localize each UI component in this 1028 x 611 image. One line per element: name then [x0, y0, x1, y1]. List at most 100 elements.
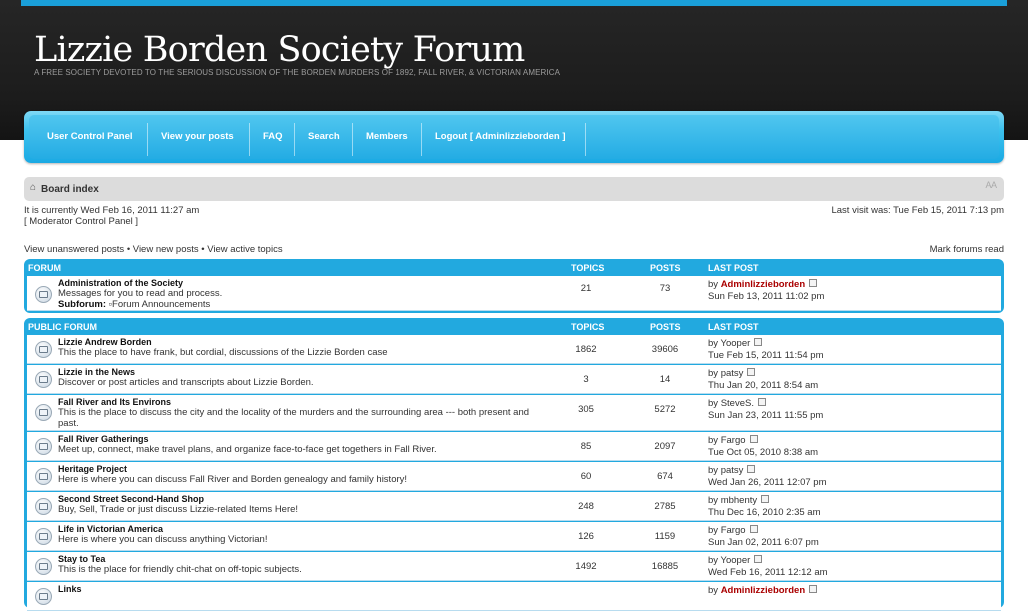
forum-title-link[interactable]: Second Street Second-Hand Shop — [58, 494, 204, 504]
forum-row[interactable]: Lizzie in the News Discover or post arti… — [27, 365, 1001, 394]
goto-post-icon[interactable] — [747, 465, 756, 474]
col-topics: TOPICS — [571, 263, 605, 273]
view-unanswered-link[interactable]: View unanswered posts — [24, 244, 124, 255]
forum-description: This is the place for friendly chit-chat… — [58, 564, 302, 575]
forum-title-link[interactable]: Life in Victorian America — [58, 524, 163, 534]
last-post-author-line: by Fargo — [708, 525, 758, 536]
forum-title-link[interactable]: Stay to Tea — [58, 554, 105, 564]
last-post-author[interactable]: Yooper — [721, 555, 751, 566]
topic-count: 248 — [578, 501, 594, 512]
nav-view-your-posts[interactable]: View your posts — [161, 115, 234, 159]
section-title: PUBLIC FORUM — [28, 322, 97, 332]
post-count: 16885 — [651, 561, 679, 572]
goto-post-icon[interactable] — [754, 555, 763, 564]
view-active-link[interactable]: View active topics — [207, 244, 282, 255]
nav-members[interactable]: Members — [366, 115, 408, 159]
nav-user-control-panel[interactable]: User Control Panel — [47, 115, 133, 159]
subforum-line: Subforum: ▫Forum Announcements — [58, 299, 210, 310]
last-post-date: Thu Jan 20, 2011 8:54 am — [708, 380, 819, 391]
by-label: by — [708, 398, 719, 409]
forum-description: Messages for you to read and process. — [58, 288, 223, 299]
mark-forums-read-link[interactable]: Mark forums read — [930, 244, 1004, 255]
post-count: 73 — [659, 283, 671, 294]
current-time: It is currently Wed Feb 16, 2011 11:27 a… — [24, 205, 200, 216]
nav-faq[interactable]: FAQ — [263, 115, 283, 159]
goto-post-icon[interactable] — [754, 338, 763, 347]
breadcrumb-board-index[interactable]: Board index — [41, 184, 99, 195]
last-post-date: Wed Feb 16, 2011 12:12 am — [708, 567, 828, 578]
forum-row[interactable]: Fall River and Its Environs This is the … — [27, 395, 1001, 431]
last-post-date: Sun Feb 13, 2011 11:02 pm — [708, 291, 825, 302]
col-posts: POSTS — [650, 263, 681, 273]
forum-row[interactable]: Links by Adminlizzieborden — [27, 582, 1001, 611]
forum-read-icon — [35, 438, 52, 455]
forum-read-icon — [35, 528, 52, 545]
forum-title-link[interactable]: Fall River and Its Environs — [58, 397, 171, 407]
nav-logout[interactable]: Logout [ Adminlizzieborden ] — [435, 115, 566, 159]
post-count: 674 — [657, 471, 673, 482]
col-last-post: LAST POST — [708, 322, 759, 332]
forum-description: Meet up, connect, make travel plans, and… — [58, 444, 437, 455]
forum-row[interactable]: Second Street Second-Hand Shop Buy, Sell… — [27, 492, 1001, 521]
forum-row[interactable]: Heritage Project Here is where you can d… — [27, 462, 1001, 491]
navbar-inner: User Control Panel View your posts FAQ S… — [29, 115, 999, 159]
forum-read-icon — [35, 588, 52, 605]
last-post-author[interactable]: patsy — [721, 368, 744, 379]
forum-title-link[interactable]: Administration of the Society — [58, 278, 183, 288]
last-post-author[interactable]: Yooper — [721, 338, 751, 349]
bullet: • — [126, 244, 131, 255]
last-post-author-line: by Yooper — [708, 555, 763, 566]
breadcrumb: ⌂ Board index A A — [24, 177, 1004, 201]
forum-description: Buy, Sell, Trade or just discuss Lizzie-… — [58, 504, 299, 515]
last-post-author[interactable]: Fargo — [721, 435, 746, 446]
goto-post-icon[interactable] — [749, 435, 758, 444]
subforum-link[interactable]: Forum Announcements — [112, 299, 210, 310]
site-title[interactable]: Lizzie Borden Society Forum — [34, 30, 525, 70]
forum-title-link[interactable]: Heritage Project — [58, 464, 127, 474]
last-post-author[interactable]: Fargo — [721, 525, 746, 536]
font-resize-icon[interactable]: A A — [985, 180, 996, 190]
nav-separator — [249, 123, 250, 156]
nav-separator — [147, 123, 148, 156]
home-icon[interactable]: ⌂ — [30, 182, 36, 193]
moderator-control-panel-link[interactable]: [ Moderator Control Panel ] — [24, 216, 138, 227]
forum-row[interactable]: Fall River Gatherings Meet up, connect, … — [27, 432, 1001, 461]
forum-title-link[interactable]: Lizzie Andrew Borden — [58, 337, 152, 347]
last-post-author[interactable]: mbhenty — [721, 495, 757, 506]
search-links: View unanswered posts • View new posts •… — [24, 244, 283, 255]
goto-post-icon[interactable] — [761, 495, 770, 504]
goto-post-icon[interactable] — [749, 525, 758, 534]
goto-post-icon[interactable] — [747, 368, 756, 377]
forum-row[interactable]: Life in Victorian America Here is where … — [27, 522, 1001, 551]
forum-read-icon — [35, 498, 52, 515]
topic-count: 85 — [580, 441, 592, 452]
forum-row[interactable]: Administration of the Society Messages f… — [27, 276, 1001, 311]
nav-separator — [352, 123, 353, 156]
forum-row[interactable]: Stay to Tea This is the place for friend… — [27, 552, 1001, 581]
forum-row[interactable]: Lizzie Andrew Borden This the place to h… — [27, 335, 1001, 364]
goto-post-icon[interactable] — [809, 585, 818, 594]
post-count: 5272 — [654, 404, 676, 415]
site-description: A free society devoted to the serious di… — [34, 68, 561, 77]
last-post-author[interactable]: patsy — [721, 465, 744, 476]
forum-description: Discover or post articles and transcript… — [58, 377, 314, 388]
forum-description: This is the place to discuss the city an… — [58, 407, 530, 429]
by-label: by — [708, 435, 719, 446]
forum-description: Here is where you can discuss Fall River… — [58, 474, 408, 485]
post-count: 2785 — [654, 501, 676, 512]
by-label: by — [708, 555, 719, 566]
forum-title-link[interactable]: Lizzie in the News — [58, 367, 135, 377]
last-post-author[interactable]: Adminlizzieborden — [721, 279, 805, 290]
forum-title-link[interactable]: Fall River Gatherings — [58, 434, 149, 444]
by-label: by — [708, 525, 719, 536]
nav-separator — [421, 123, 422, 156]
post-count: 2097 — [654, 441, 676, 452]
topic-count: 60 — [580, 471, 592, 482]
view-new-link[interactable]: View new posts — [133, 244, 199, 255]
forum-read-icon — [35, 404, 52, 421]
goto-post-icon[interactable] — [809, 279, 818, 288]
goto-post-icon[interactable] — [757, 398, 766, 407]
nav-search[interactable]: Search — [308, 115, 340, 159]
last-post-author[interactable]: Adminlizzieborden — [721, 585, 805, 596]
last-post-author[interactable]: SteveS. — [721, 398, 754, 409]
